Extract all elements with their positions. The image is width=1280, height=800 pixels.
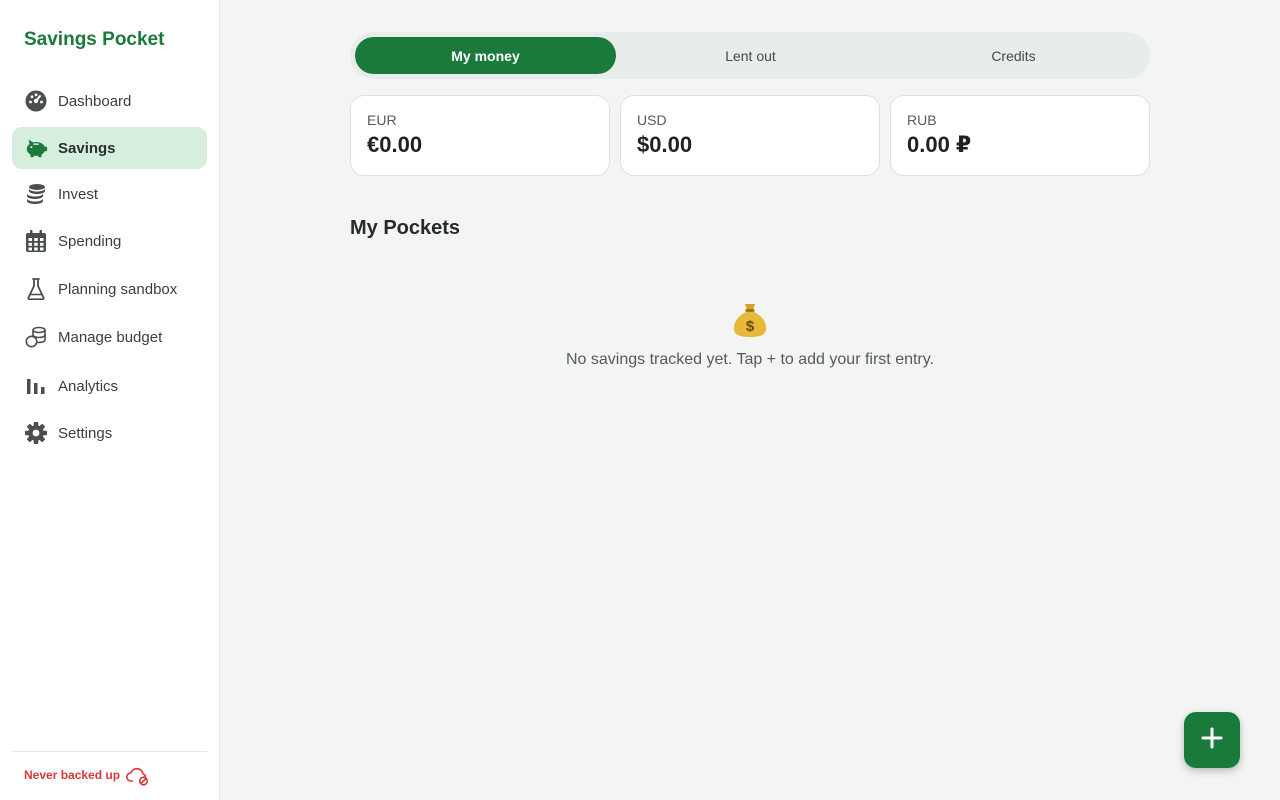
sidebar-item-label: Spending bbox=[58, 232, 122, 250]
sidebar-item-label: Planning sandbox bbox=[58, 280, 178, 298]
pockets-title: My Pockets bbox=[350, 217, 461, 239]
money-bag-icon: $ bbox=[730, 300, 770, 340]
sidebar-item-label: Analytics bbox=[58, 377, 119, 395]
sidebar-item-invest[interactable]: Invest bbox=[12, 173, 207, 215]
currency-code: RUB bbox=[907, 112, 937, 128]
gear-icon bbox=[24, 421, 48, 445]
sidebar-item-label: Invest bbox=[58, 185, 99, 203]
sidebar-item-spending[interactable]: Spending bbox=[12, 220, 207, 262]
money-tabs: My money Lent out Credits bbox=[350, 32, 1150, 79]
flask-icon bbox=[24, 277, 48, 301]
sidebar-item-label: Savings bbox=[58, 139, 116, 157]
sidebar-item-dashboard[interactable]: Dashboard bbox=[12, 80, 207, 122]
currency-code: USD bbox=[637, 112, 667, 128]
backup-status[interactable]: Never backed up bbox=[24, 764, 150, 786]
tab-my-money[interactable]: My money bbox=[355, 37, 616, 74]
tab-credits[interactable]: Credits bbox=[883, 37, 1144, 74]
coins-icon bbox=[24, 325, 48, 349]
svg-text:$: $ bbox=[746, 318, 755, 335]
sidebar-item-savings[interactable]: Savings bbox=[12, 127, 207, 169]
balance-card-rub[interactable]: RUB 0.00 ₽ bbox=[890, 95, 1150, 176]
sidebar-item-label: Manage budget bbox=[58, 328, 163, 346]
currency-code: EUR bbox=[367, 112, 397, 128]
empty-state-message: No savings tracked yet. Tap + to add you… bbox=[565, 351, 935, 368]
sidebar-item-planning-sandbox[interactable]: Planning sandbox bbox=[12, 268, 207, 310]
balance-card-eur[interactable]: EUR €0.00 bbox=[350, 95, 610, 176]
piggy-bank-icon bbox=[24, 136, 48, 160]
sidebar-divider bbox=[12, 751, 207, 752]
bar-chart-icon bbox=[24, 374, 48, 398]
add-entry-button[interactable] bbox=[1184, 712, 1240, 768]
tab-lent-out[interactable]: Lent out bbox=[620, 37, 881, 74]
sidebar-item-label: Settings bbox=[58, 424, 113, 442]
coins-stack-icon bbox=[24, 182, 48, 206]
balance-value: 0.00 ₽ bbox=[907, 132, 972, 157]
balance-value: €0.00 bbox=[367, 132, 423, 157]
cloud-off-icon bbox=[126, 764, 150, 786]
calendar-icon bbox=[24, 229, 48, 253]
balance-card-usd[interactable]: USD $0.00 bbox=[620, 95, 880, 176]
sidebar-item-settings[interactable]: Settings bbox=[12, 412, 207, 454]
sidebar-item-manage-budget[interactable]: Manage budget bbox=[12, 316, 207, 358]
sidebar: Savings Pocket Dashboard Savings Invest … bbox=[0, 0, 220, 800]
sidebar-item-label: Dashboard bbox=[58, 92, 132, 110]
backup-status-text: Never backed up bbox=[24, 768, 121, 782]
dashboard-icon bbox=[24, 89, 48, 113]
plus-icon bbox=[1201, 727, 1223, 754]
app-title: Savings Pocket bbox=[24, 29, 165, 50]
sidebar-item-analytics[interactable]: Analytics bbox=[12, 365, 207, 407]
balance-value: $0.00 bbox=[637, 132, 693, 157]
